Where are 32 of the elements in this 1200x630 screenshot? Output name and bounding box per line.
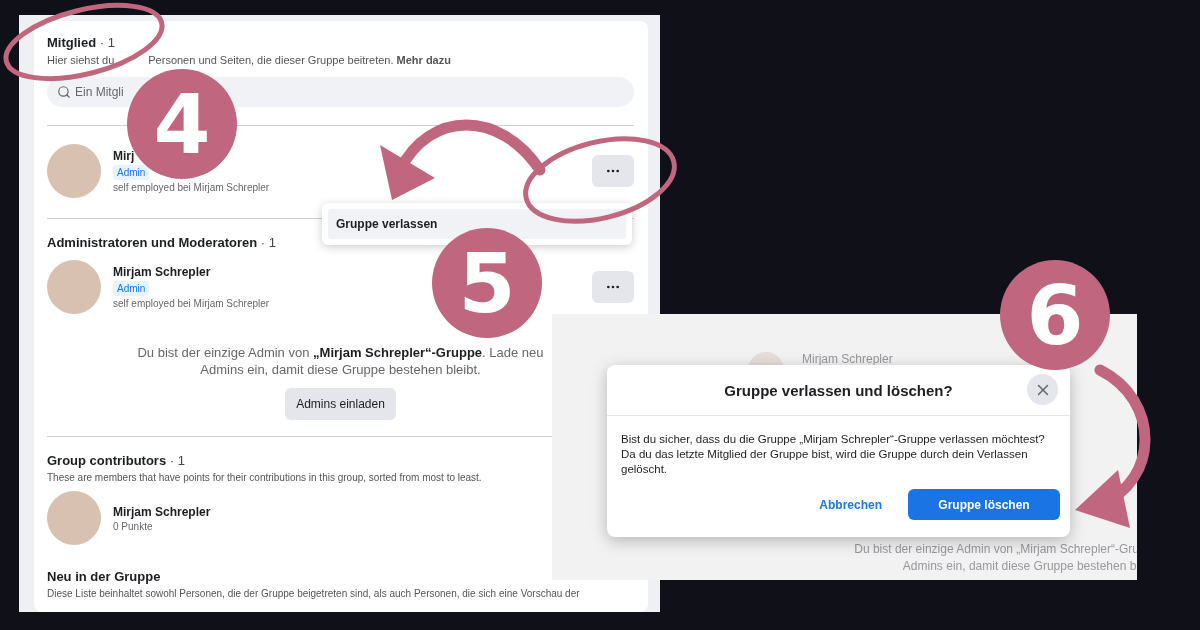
step-number: 6 [1000,260,1110,370]
section-description: Personen und Seiten, die dieser Gruppe beitreten. Mehr dazu [148,54,451,66]
menu-item[interactable]: Gruppe verlassen [328,209,626,239]
search-icon [57,85,71,99]
avatar-circle [47,260,101,314]
admin-badge: Admin [113,165,150,180]
section-description: Hier siehst du [47,54,115,66]
section-description: These are members that have points for their contributions in this group, sorted from most to least. [47,472,483,483]
member-subtitle: self employed bei Mirjam Schrepler [113,298,270,309]
member-subtitle: self employed bei Mirjam Schrepler [113,182,270,193]
section-title: Neu in der Gruppe [47,569,161,584]
admin-notice: Du bist der einzige Admin von „Mirjam Schrepler“-Gruppe. Lade neu Admins ein, damit diese Gruppe bestehen bleibt. [136,344,545,378]
avatar-circle [47,491,101,545]
section-title: Administratoren und Moderatoren · 1 [47,235,276,250]
dialog-message: Bist du sicher, dass du die Gruppe „Mirjam Schrepler“-Gruppe verlassen möchtest? Da du das letzte Mitglied der Gruppe bist, wird die Gruppe durch dein Verlassen gelöscht. [620,432,1046,477]
dialog-title: Gruppe verlassen und löschen? [724,381,953,399]
close-button[interactable] [1027,374,1058,405]
invite-admins-button[interactable]: Admins einladen [285,388,396,420]
section-title: Mitglied · 1 [47,35,115,50]
more-button[interactable] [592,155,634,187]
member-name: Mirjam Schrepler [802,352,893,366]
member-subtitle: 0 Punkte [113,520,153,532]
member-name[interactable]: Mirjam Schrepler [113,504,211,519]
delete-group-button[interactable]: Gruppe löschen [908,489,1060,520]
member-name[interactable]: Mirjam Schrepler [113,265,211,279]
section-description: Diese Liste beinhaltet sowohl Personen, die der Gruppe beigetreten sind, als auch Personen, die sich eine Vorschau der [47,588,581,599]
cancel-button[interactable]: Abbrechen [813,496,888,513]
admin-badge: Admin [113,281,150,296]
section-title: Group contributors · 1 [47,453,185,468]
more-button[interactable] [592,271,634,303]
avatar-circle [47,144,101,198]
member-name[interactable]: Mirj [113,149,135,163]
